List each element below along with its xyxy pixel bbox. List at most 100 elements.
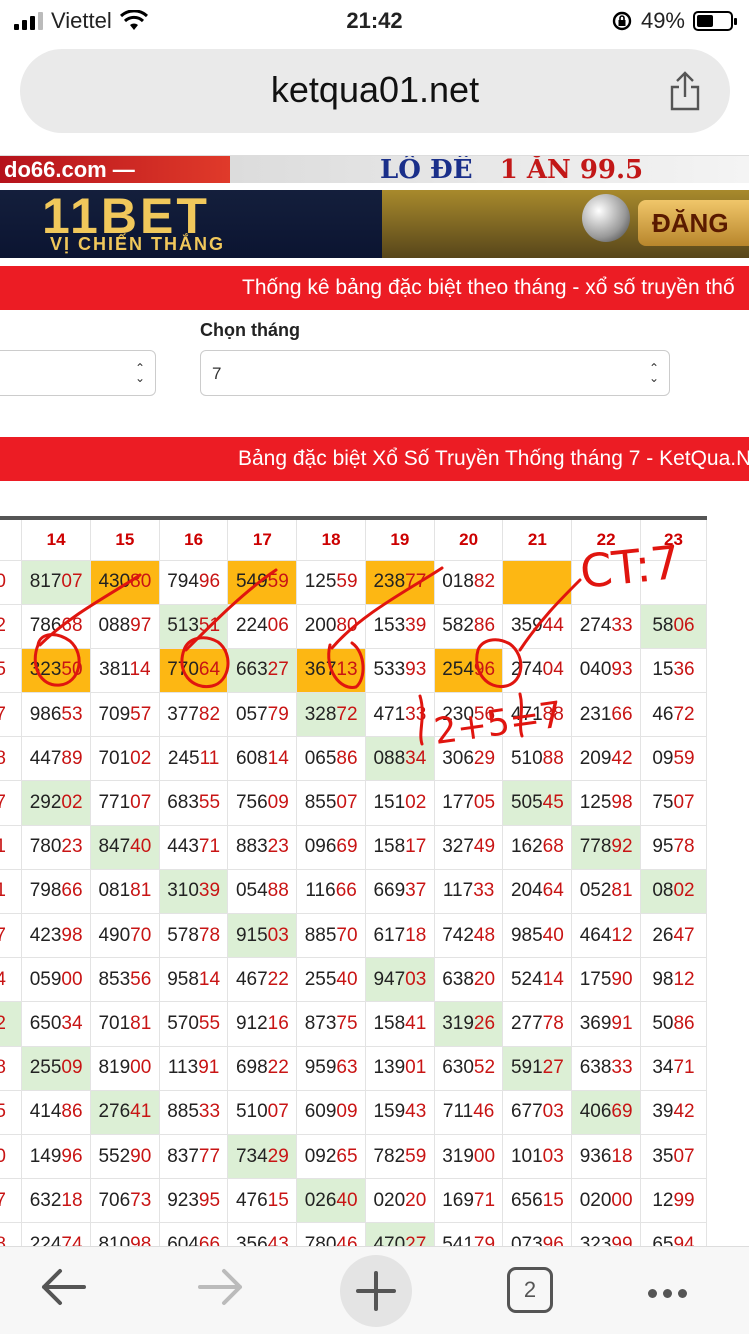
number-head: 274 bbox=[510, 659, 543, 681]
table-cell: 960 bbox=[0, 559, 23, 605]
ad-brand-sub: VỊ CHIẾN THẮNG bbox=[50, 234, 226, 254]
table-cell: 9578 bbox=[639, 824, 708, 870]
table-cell: 70673 bbox=[89, 1178, 160, 1224]
soccer-ball-icon bbox=[582, 194, 630, 242]
forward-arrow-icon[interactable] bbox=[196, 1265, 246, 1309]
table-cell: 1299 bbox=[639, 1178, 708, 1224]
ad-banner-top[interactable]: do66.com — LÔ ĐỀ 1 ĂN 99.5 bbox=[0, 155, 749, 183]
table-cell: 88533 bbox=[158, 1089, 229, 1135]
table-cell: 88323 bbox=[227, 824, 298, 870]
number-tail: 27 bbox=[0, 1190, 6, 1211]
number-head: 609 bbox=[304, 1101, 337, 1123]
year-select[interactable]: ⌃ ⌄ bbox=[0, 350, 156, 396]
tabs-button[interactable]: 2 bbox=[507, 1267, 553, 1313]
table-cell: 08834 bbox=[364, 736, 435, 782]
number-tail: 02 bbox=[0, 615, 6, 636]
number-tail: 42 bbox=[611, 747, 633, 769]
table-cell: 47133 bbox=[364, 692, 435, 738]
number-tail: 34 bbox=[61, 1012, 83, 1034]
number-tail: 59 bbox=[405, 1145, 427, 1167]
number-tail: 64 bbox=[542, 880, 564, 902]
table-cell: 44371 bbox=[158, 824, 229, 870]
number-tail: 07 bbox=[61, 571, 83, 593]
table-cell: 87375 bbox=[296, 1001, 366, 1047]
table-cell: 42398 bbox=[21, 912, 91, 959]
ad-register-button[interactable]: ĐĂNG bbox=[638, 200, 749, 246]
number-tail: 78 bbox=[542, 1012, 564, 1034]
table-cell: 3471 bbox=[639, 1045, 708, 1091]
table-cell: 63820 bbox=[433, 957, 504, 1003]
table-cell: 20942 bbox=[571, 736, 641, 782]
number-tail: 68 bbox=[61, 615, 83, 637]
number-head: 50 bbox=[652, 1012, 674, 1034]
number-head: 756 bbox=[235, 792, 268, 814]
table-cell: 12559 bbox=[296, 559, 366, 605]
table-cell: 318 bbox=[0, 1222, 23, 1246]
ad-banner-11bet[interactable]: 11BET VỊ CHIẾN THẮNG ĐĂNG bbox=[0, 190, 749, 258]
number-tail: 88 bbox=[267, 880, 289, 902]
number-head: 139 bbox=[373, 1057, 406, 1079]
number-head: 947 bbox=[373, 968, 406, 990]
number-head: 513 bbox=[167, 615, 199, 637]
number-tail: 03 bbox=[405, 968, 427, 990]
table-cell: 77892 bbox=[571, 824, 641, 870]
number-tail: 98 bbox=[611, 792, 633, 814]
table-cell: 27641 bbox=[89, 1089, 160, 1135]
table-cell: 30629 bbox=[433, 736, 504, 782]
share-icon[interactable] bbox=[668, 71, 702, 111]
table-cell: 60466 bbox=[158, 1222, 229, 1246]
number-head: 125 bbox=[579, 792, 612, 814]
table-row: 9840590085356958144672225540947036382052… bbox=[0, 957, 708, 1003]
number-head: 698 bbox=[235, 1057, 268, 1079]
ad-banner-right: LÔ ĐỀ 1 ĂN 99.5 bbox=[230, 156, 749, 183]
table-cell: 85507 bbox=[296, 780, 366, 826]
number-tail: 93 bbox=[611, 659, 633, 681]
number-tail: 07 bbox=[673, 1145, 695, 1167]
month-select[interactable]: 7 ⌃ ⌄ bbox=[200, 350, 670, 396]
number-tail: 86 bbox=[61, 1101, 83, 1123]
number-head: 885 bbox=[304, 924, 337, 946]
table-cell: 25509 bbox=[21, 1045, 91, 1091]
number-tail: 18 bbox=[0, 1234, 6, 1246]
number-head: 162 bbox=[510, 836, 543, 858]
number-head: 471 bbox=[510, 703, 543, 725]
number-tail: 27 bbox=[405, 1233, 427, 1246]
number-tail: 51 bbox=[198, 615, 221, 637]
table-cell: 32399 bbox=[571, 1222, 641, 1246]
table-cell: 63052 bbox=[433, 1045, 504, 1091]
table-cell: 9812 bbox=[639, 957, 708, 1003]
number-tail: 29 bbox=[473, 747, 496, 769]
number-tail: 03 bbox=[267, 924, 289, 946]
new-tab-button[interactable] bbox=[340, 1255, 412, 1327]
number-tail: 45 bbox=[542, 792, 564, 814]
number-tail: 33 bbox=[198, 1101, 221, 1123]
number-tail: 39 bbox=[198, 880, 221, 902]
number-head: 578 bbox=[167, 924, 199, 946]
table-cell: 31039 bbox=[158, 868, 229, 915]
table-cell: 23056 bbox=[433, 692, 504, 738]
table-cell: 02020 bbox=[364, 1178, 435, 1224]
ad-banner-left-text: do66.com — bbox=[0, 156, 230, 183]
number-tail: 82 bbox=[198, 703, 221, 725]
battery-icon bbox=[693, 11, 737, 31]
number-head: 958 bbox=[167, 968, 199, 990]
table-cell: 91216 bbox=[227, 1001, 298, 1047]
number-tail: 02 bbox=[130, 747, 152, 769]
address-bar[interactable]: ketqua01.net bbox=[20, 49, 730, 133]
number-tail: 72 bbox=[336, 703, 358, 725]
back-arrow-icon[interactable] bbox=[38, 1265, 88, 1309]
status-bar: Viettel 21:42 49% bbox=[0, 0, 749, 42]
number-tail: 02 bbox=[61, 792, 83, 814]
table-cell: 15102 bbox=[364, 780, 435, 826]
table-cell: 27404 bbox=[502, 647, 573, 694]
table-cell: 78046 bbox=[296, 1222, 366, 1246]
number-tail: 60 bbox=[0, 571, 6, 592]
more-icon[interactable] bbox=[648, 1285, 693, 1303]
table-cell: 255 bbox=[0, 647, 23, 694]
table-header-row: 1314151617181920212223 bbox=[0, 516, 708, 561]
number-head: 34 bbox=[652, 1057, 674, 1079]
table-cell: 47188 bbox=[502, 692, 573, 738]
table-cell: 54959 bbox=[227, 559, 298, 605]
table-cell: 11391 bbox=[158, 1045, 229, 1091]
number-tail: 27 bbox=[542, 1057, 564, 1079]
